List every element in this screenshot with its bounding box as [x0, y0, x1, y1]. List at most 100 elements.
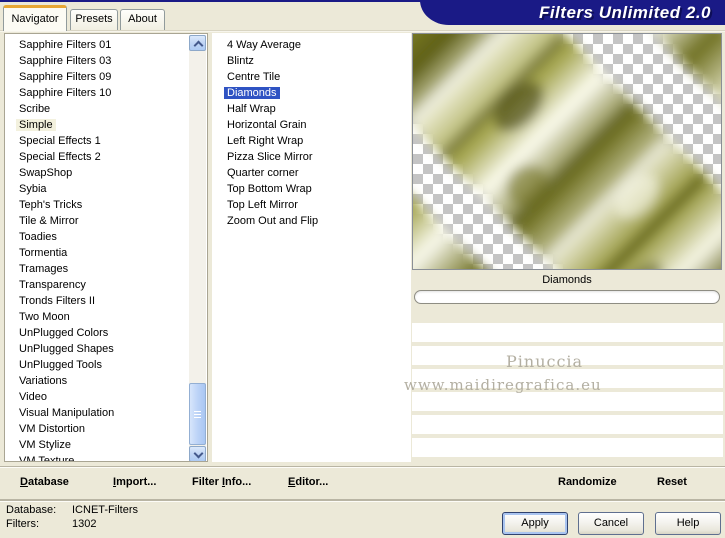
category-item-label: UnPlugged Tools — [19, 359, 102, 371]
filter-item-label: 4 Way Average — [227, 39, 301, 51]
category-item[interactable]: Teph's Tricks — [5, 197, 189, 213]
category-item-label: Simple — [16, 119, 56, 131]
watermark-site: www.maidiregrafica.eu — [404, 376, 602, 394]
category-item-label: Tile & Mirror — [19, 215, 79, 227]
category-item-label: Sapphire Filters 09 — [19, 71, 112, 83]
randomize-button[interactable]: Randomize — [558, 476, 617, 488]
tab-about-label: About — [128, 13, 157, 25]
category-item[interactable]: Sapphire Filters 10 — [5, 85, 189, 101]
category-item[interactable]: VM Distortion — [5, 421, 189, 437]
filters-unlimited-dialog: Filters Unlimited 2.0 Navigator Presets … — [0, 0, 725, 538]
category-item-label: UnPlugged Colors — [19, 327, 109, 339]
category-item[interactable]: Visual Manipulation — [5, 405, 189, 421]
category-item[interactable]: Special Effects 2 — [5, 149, 189, 165]
category-item-label: Variations — [19, 375, 68, 387]
editor-menu-button[interactable]: Editor... — [288, 476, 328, 488]
category-item[interactable]: SwapShop — [5, 165, 189, 181]
category-item[interactable]: Scribe — [5, 101, 189, 117]
tab-navigator[interactable]: Navigator — [3, 5, 67, 31]
category-item[interactable]: Simple — [5, 117, 189, 133]
category-item[interactable]: Tormentia — [5, 245, 189, 261]
database-menu-button[interactable]: Database — [20, 476, 69, 488]
category-item[interactable]: Tramages — [5, 261, 189, 277]
category-item-label: Tronds Filters II — [19, 295, 95, 307]
app-title: Filters Unlimited 2.0 — [538, 3, 711, 22]
tab-presets[interactable]: Presets — [70, 9, 118, 30]
categories-scrollbar[interactable] — [189, 35, 206, 461]
filter-item-label: Blintz — [227, 55, 254, 67]
category-item-label: SwapShop — [19, 167, 73, 179]
filter-item-label: Horizontal Grain — [227, 119, 307, 131]
category-item[interactable]: Sapphire Filters 09 — [5, 69, 189, 85]
reset-button[interactable]: Reset — [657, 476, 687, 488]
thumb-grip — [194, 414, 201, 415]
category-item-label: Tormentia — [19, 247, 68, 259]
filter-items: 4 Way Average Blintz Centre Tile Diamonds Ha… — [212, 37, 411, 229]
thumb-grip — [194, 417, 201, 418]
category-item-label: UnPlugged Shapes — [19, 343, 114, 355]
category-item[interactable]: Tronds Filters II — [5, 293, 189, 309]
category-item[interactable]: Video — [5, 389, 189, 405]
category-item[interactable]: Variations — [5, 373, 189, 389]
category-item-label: Tramages — [19, 263, 69, 275]
filter-item-label: Zoom Out and Flip — [227, 215, 319, 227]
selected-filter-caption: Diamonds — [542, 274, 592, 286]
database-value: ICNET-Filters — [72, 504, 138, 516]
category-item[interactable]: UnPlugged Shapes — [5, 341, 189, 357]
category-item[interactable]: UnPlugged Colors — [5, 325, 189, 341]
help-button[interactable]: Help — [655, 512, 721, 535]
filter-item[interactable]: Left Right Wrap — [212, 133, 411, 149]
category-item[interactable]: VM Stylize — [5, 437, 189, 453]
category-item-label: Sapphire Filters 03 — [19, 55, 112, 67]
filter-item-label: Pizza Slice Mirror — [227, 151, 313, 163]
category-list: Sapphire Filters 01 Sapphire Filters 03 Sa… — [4, 33, 208, 462]
category-item[interactable]: Special Effects 1 — [5, 133, 189, 149]
filter-item-label: Half Wrap — [227, 103, 276, 115]
category-item[interactable]: Sybia — [5, 181, 189, 197]
filter-item[interactable]: Top Left Mirror — [212, 197, 411, 213]
progress-bar — [414, 290, 720, 304]
filter-item[interactable]: Horizontal Grain — [212, 117, 411, 133]
filter-item-label: Quarter corner — [227, 167, 299, 179]
import-menu-button[interactable]: Import... — [113, 476, 156, 488]
scroll-down-button[interactable] — [189, 446, 206, 461]
scroll-up-button[interactable] — [189, 35, 206, 51]
category-item-label: Two Moon — [19, 311, 70, 323]
filter-item[interactable]: Half Wrap — [212, 101, 411, 117]
category-item[interactable]: Tile & Mirror — [5, 213, 189, 229]
category-item-label: Sybia — [19, 183, 47, 195]
filter-item-label: Top Bottom Wrap — [227, 183, 312, 195]
category-item-label: Special Effects 1 — [19, 135, 101, 147]
category-item[interactable]: Sapphire Filters 03 — [5, 53, 189, 69]
filter-info-menu-button[interactable]: Filter Info... — [192, 476, 251, 488]
category-item[interactable]: Sapphire Filters 01 — [5, 37, 189, 53]
category-item[interactable]: Two Moon — [5, 309, 189, 325]
category-item[interactable]: VM Texture — [5, 453, 189, 462]
category-item[interactable]: Toadies — [5, 229, 189, 245]
category-item-label: VM Stylize — [19, 439, 71, 451]
filter-item-label: Diamonds — [224, 87, 280, 99]
filter-item[interactable]: Diamonds — [212, 85, 411, 101]
preview-artwork — [132, 0, 725, 538]
filter-item[interactable]: Centre Tile — [212, 69, 411, 85]
category-item-label: VM Texture — [19, 455, 75, 462]
cancel-button[interactable]: Cancel — [578, 512, 644, 535]
category-item-label: Toadies — [19, 231, 57, 243]
category-item[interactable]: UnPlugged Tools — [5, 357, 189, 373]
filter-item[interactable]: Blintz — [212, 53, 411, 69]
filter-preview-image — [132, 0, 725, 538]
chevron-up-icon — [193, 40, 204, 51]
filter-item-label: Left Right Wrap — [227, 135, 304, 147]
filter-item[interactable]: Top Bottom Wrap — [212, 181, 411, 197]
category-item-label: Sapphire Filters 01 — [19, 39, 112, 51]
scrollbar-thumb[interactable] — [189, 383, 206, 445]
category-item-label: Teph's Tricks — [19, 199, 83, 211]
apply-button[interactable]: Apply — [502, 512, 568, 535]
filter-item[interactable]: Pizza Slice Mirror — [212, 149, 411, 165]
filter-item[interactable]: 4 Way Average — [212, 37, 411, 53]
filter-item[interactable]: Quarter corner — [212, 165, 411, 181]
category-item-label: Scribe — [19, 103, 51, 115]
filter-item[interactable]: Zoom Out and Flip — [212, 213, 411, 229]
category-item[interactable]: Transparency — [5, 277, 189, 293]
tab-about[interactable]: About — [120, 9, 165, 30]
